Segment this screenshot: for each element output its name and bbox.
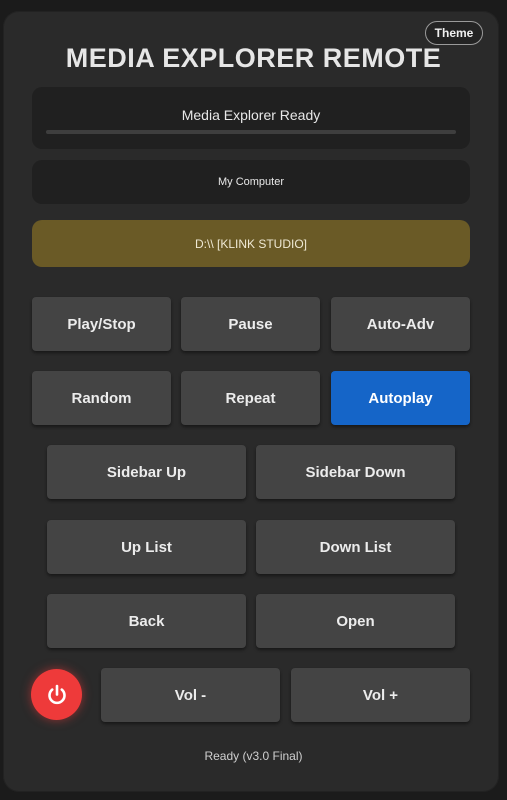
- page-title: MEDIA EXPLORER REMOTE: [65, 43, 442, 73]
- repeat-button[interactable]: Repeat: [181, 371, 320, 425]
- pause-button[interactable]: Pause: [181, 297, 320, 351]
- footer-status: Ready (v3.0 Final): [204, 749, 303, 763]
- up-list-button[interactable]: Up List: [47, 520, 246, 574]
- down-list-button[interactable]: Down List: [256, 520, 455, 574]
- location-display: My Computer: [32, 160, 470, 204]
- progress-bar: [46, 130, 456, 134]
- random-button[interactable]: Random: [32, 371, 171, 425]
- open-button[interactable]: Open: [256, 594, 455, 648]
- sidebar-down-button[interactable]: Sidebar Down: [256, 445, 455, 499]
- power-icon: [47, 684, 66, 704]
- sidebar-up-button[interactable]: Sidebar Up: [47, 445, 246, 499]
- power-button[interactable]: [31, 669, 82, 720]
- auto-adv-button[interactable]: Auto-Adv: [331, 297, 470, 351]
- autoplay-button[interactable]: Autoplay: [331, 371, 470, 425]
- path-text: D:\\ [KLINK STUDIO]: [194, 236, 308, 251]
- theme-button[interactable]: Theme: [425, 21, 483, 45]
- status-text: Media Explorer Ready: [181, 107, 321, 123]
- status-display: Media Explorer Ready: [32, 87, 470, 149]
- back-button[interactable]: Back: [47, 594, 246, 648]
- volume-down-button[interactable]: Vol -: [101, 668, 280, 722]
- location-text: My Computer: [217, 176, 285, 188]
- path-display: D:\\ [KLINK STUDIO]: [32, 220, 470, 267]
- volume-up-button[interactable]: Vol +: [291, 668, 470, 722]
- play-stop-button[interactable]: Play/Stop: [32, 297, 171, 351]
